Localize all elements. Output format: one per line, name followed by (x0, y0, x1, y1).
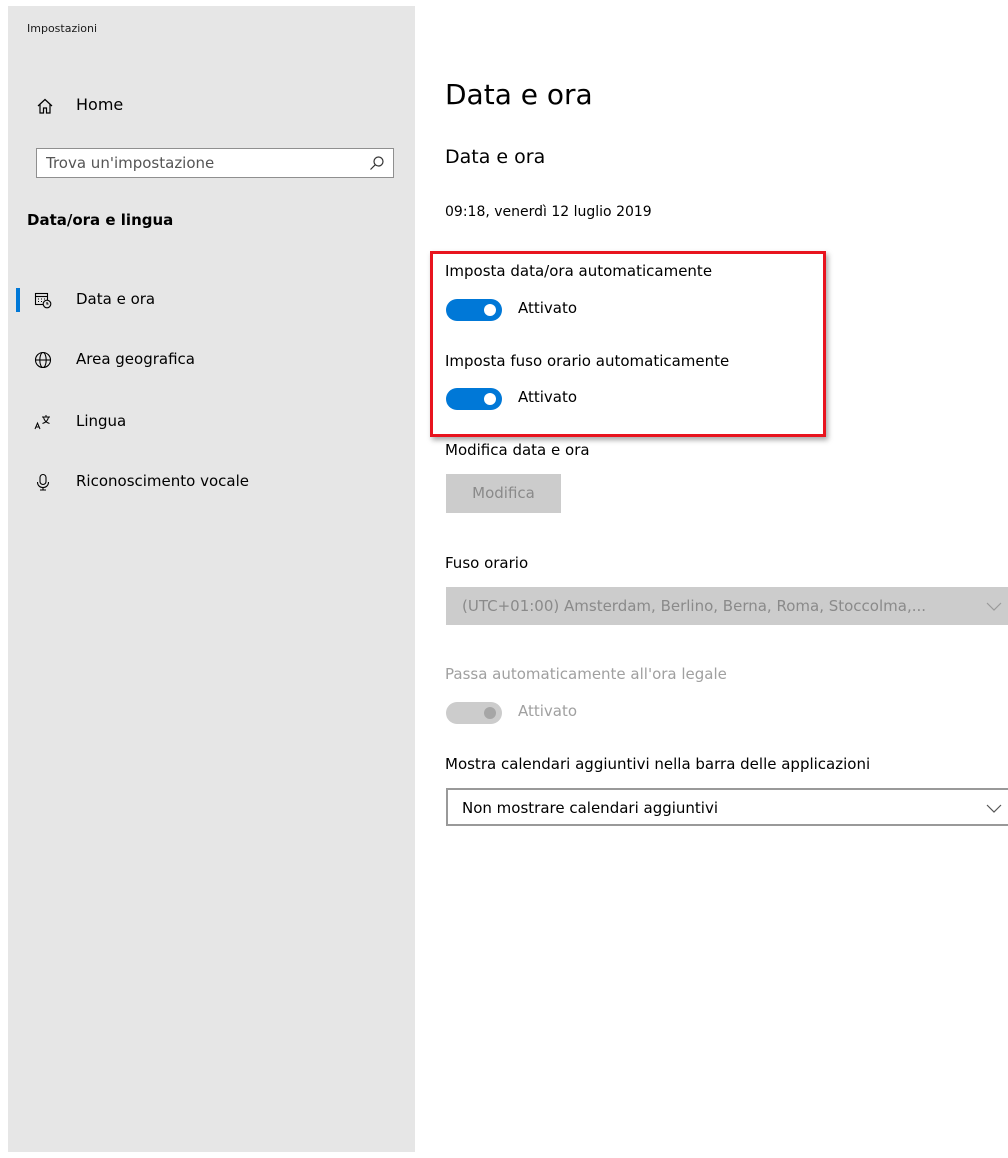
search-box[interactable] (36, 148, 394, 178)
sidebar-item-area-geografica[interactable]: Area geografica (18, 342, 413, 378)
auto-time-state: Attivato (518, 299, 578, 317)
calendars-dropdown[interactable]: Non mostrare calendari aggiuntivi (446, 788, 1008, 826)
sidebar-item-label: Area geografica (76, 350, 195, 368)
dst-switch[interactable] (446, 702, 502, 724)
home-nav-item[interactable]: Home (18, 88, 413, 124)
change-datetime-label: Modifica data e ora (445, 441, 590, 459)
calendars-label: Mostra calendari aggiuntivi nella barra … (445, 755, 871, 773)
search-input[interactable] (37, 149, 357, 177)
section-title: Data e ora (445, 146, 546, 168)
sidebar-item-riconoscimento-vocale[interactable]: Riconoscimento vocale (18, 464, 413, 500)
toggle-knob (484, 707, 496, 719)
microphone-icon (34, 473, 52, 491)
auto-timezone-switch[interactable] (446, 388, 502, 410)
auto-timezone-state: Attivato (518, 388, 578, 406)
sidebar-section-title: Data/ora e lingua (27, 211, 174, 229)
current-datetime: 09:18, venerdì 12 luglio 2019 (445, 204, 652, 220)
timezone-label: Fuso orario (445, 554, 529, 572)
home-icon (36, 97, 54, 115)
sidebar: Impostazioni Home Data/ora e lingua (8, 6, 415, 1152)
language-icon (34, 413, 52, 431)
dst-state: Attivato (518, 702, 578, 720)
timezone-dropdown[interactable]: (UTC+01:00) Amsterdam, Berlino, Berna, R… (446, 587, 1008, 625)
auto-time-switch[interactable] (446, 299, 502, 321)
chevron-down-icon (986, 800, 1002, 814)
home-label: Home (76, 95, 124, 114)
app-title: Impostazioni (27, 22, 98, 35)
modify-button[interactable]: Modifica (446, 474, 561, 513)
sidebar-item-label: Data e ora (76, 290, 156, 308)
active-indicator (16, 288, 20, 312)
settings-window: Impostazioni Home Data/ora e lingua (0, 0, 1008, 1158)
sidebar-item-data-e-ora[interactable]: Data e ora (16, 282, 413, 318)
calendars-value: Non mostrare calendari aggiuntivi (462, 799, 719, 817)
sidebar-item-label: Lingua (76, 412, 127, 430)
toggle-knob (484, 304, 496, 316)
dst-label: Passa automaticamente all'ora legale (445, 665, 727, 683)
sidebar-item-label: Riconoscimento vocale (76, 472, 249, 490)
toggle-knob (484, 393, 496, 405)
calendar-clock-icon (34, 291, 52, 309)
page-title: Data e ora (445, 78, 593, 111)
chevron-down-icon (986, 598, 1002, 612)
globe-icon (34, 351, 52, 369)
auto-time-label: Imposta data/ora automaticamente (445, 262, 713, 280)
timezone-value: (UTC+01:00) Amsterdam, Berlino, Berna, R… (462, 597, 927, 615)
search-icon[interactable] (369, 155, 385, 171)
auto-timezone-label: Imposta fuso orario automaticamente (445, 352, 730, 370)
sidebar-item-lingua[interactable]: Lingua (18, 404, 413, 440)
